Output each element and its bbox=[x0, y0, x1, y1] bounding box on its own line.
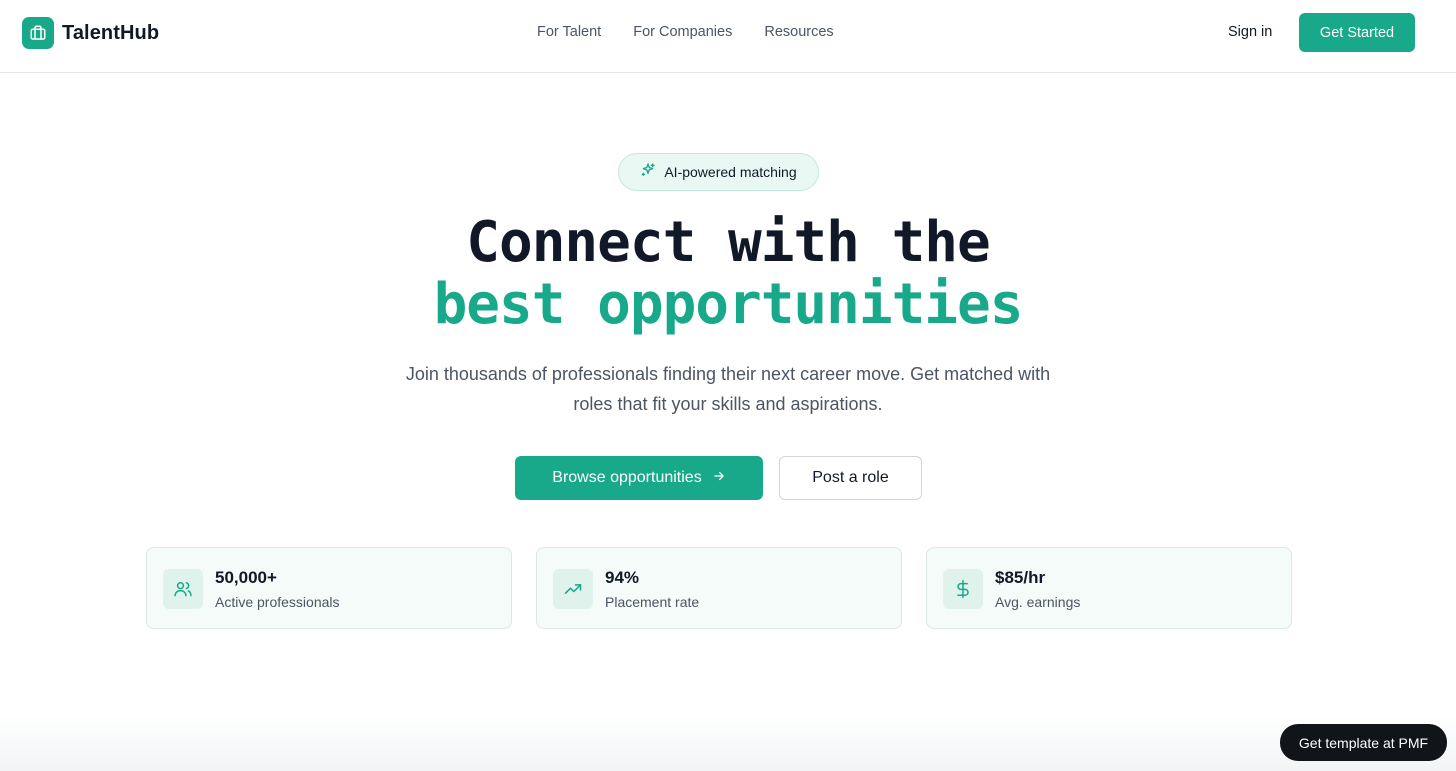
nav-link-for-companies[interactable]: For Companies bbox=[633, 24, 732, 40]
main-nav: For Talent For Companies Resources bbox=[537, 24, 834, 40]
trending-up-icon bbox=[553, 569, 593, 609]
sign-in-link[interactable]: Sign in bbox=[1228, 24, 1272, 40]
brand-logo[interactable]: TalentHub bbox=[22, 17, 159, 49]
section-divider-fade bbox=[0, 715, 1456, 771]
headline-line-1: Connect with the bbox=[466, 210, 990, 275]
dollar-icon bbox=[943, 569, 983, 609]
brand-name: TalentHub bbox=[62, 21, 160, 44]
get-started-button[interactable]: Get Started bbox=[1299, 13, 1415, 52]
nav-link-resources[interactable]: Resources bbox=[764, 24, 833, 40]
get-template-button[interactable]: Get template at PMF bbox=[1280, 724, 1447, 761]
hero-subtext: Join thousands of professionals finding … bbox=[405, 364, 1051, 414]
sparkles-icon bbox=[640, 162, 656, 183]
stat-value: 50,000+ bbox=[215, 568, 277, 587]
post-a-role-button[interactable]: Post a role bbox=[779, 456, 922, 500]
badge-label: AI-powered matching bbox=[664, 164, 797, 180]
arrow-right-icon bbox=[712, 469, 726, 488]
stat-label: Placement rate bbox=[605, 594, 700, 610]
nav-link-for-talent[interactable]: For Talent bbox=[537, 24, 601, 40]
stat-card-placement: 94% Placement rate bbox=[536, 547, 902, 629]
top-navbar: TalentHub For Talent For Companies Resou… bbox=[0, 0, 1456, 73]
stat-label: Avg. earnings bbox=[995, 594, 1081, 610]
ai-matching-badge: AI-powered matching bbox=[618, 153, 819, 191]
stat-card-earnings: $85/hr Avg. earnings bbox=[926, 547, 1292, 629]
stat-value: $85/hr bbox=[995, 568, 1046, 587]
briefcase-icon bbox=[22, 17, 54, 49]
hero-headline: Connect with the best opportunities bbox=[0, 212, 1456, 336]
browse-opportunities-button[interactable]: Browse opportunities bbox=[515, 456, 763, 500]
stat-card-professionals: 50,000+ Active professionals bbox=[146, 547, 512, 629]
stat-label: Active professionals bbox=[215, 594, 340, 610]
stat-value: 94% bbox=[605, 568, 640, 587]
users-icon bbox=[163, 569, 203, 609]
browse-opportunities-label: Browse opportunities bbox=[552, 469, 702, 486]
headline-line-2-highlight: best opportunities bbox=[433, 272, 1024, 337]
